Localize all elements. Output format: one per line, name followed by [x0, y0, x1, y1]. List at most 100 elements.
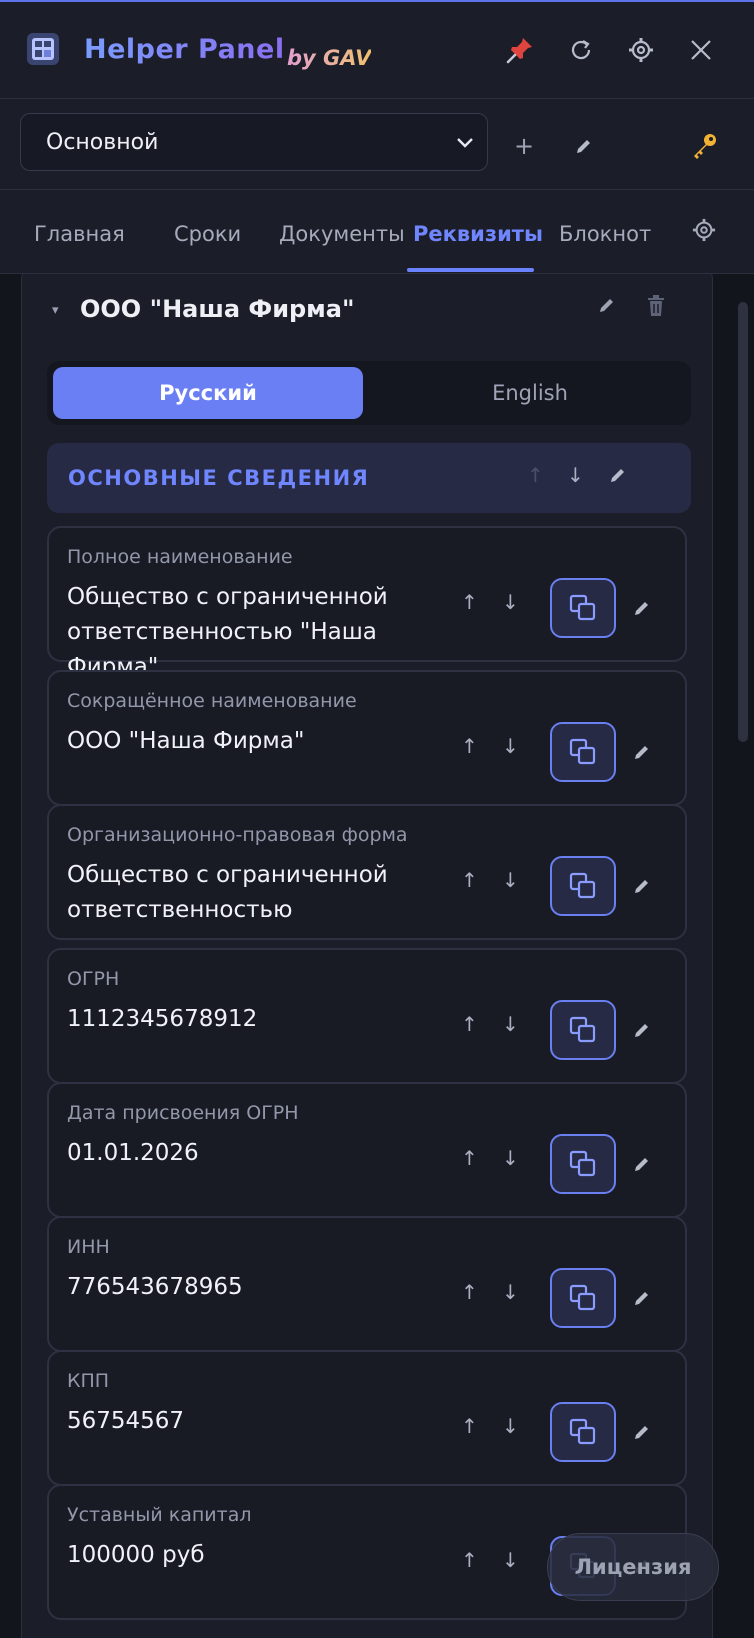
pencil-icon [635, 1426, 648, 1439]
edit-profile-button[interactable] [564, 126, 604, 166]
edit-field-button[interactable] [632, 742, 652, 766]
requisite-field: Полное наименование Общество с ограниченн… [47, 526, 687, 680]
profile-select[interactable]: Основной [20, 113, 488, 171]
pencil-icon [600, 299, 613, 312]
field-label: КПП [67, 1370, 110, 1392]
company-name: ООО "Наша Фирма" [80, 295, 355, 323]
edit-field-button[interactable] [632, 1422, 652, 1446]
settings-button[interactable] [623, 32, 659, 68]
copy-field-button[interactable] [550, 856, 616, 916]
field-move-up-button[interactable]: ↑ [461, 590, 478, 614]
language-english-button[interactable]: English [375, 367, 685, 419]
pencil-icon [635, 602, 648, 615]
tab-deadlines[interactable]: Сроки [174, 222, 241, 246]
copy-field-button[interactable] [550, 1134, 616, 1194]
section-move-up-button[interactable]: ↑ [527, 463, 544, 487]
edit-field-button[interactable] [632, 598, 652, 622]
tab-main[interactable]: Главная [34, 222, 125, 246]
requisite-field: Дата присвоения ОГРН 01.01.2026 ↑ ↓ [47, 1082, 687, 1218]
requisite-field: ИНН 776543678965 ↑ ↓ [47, 1216, 687, 1352]
requisite-field: ОГРН 1112345678912 ↑ ↓ [47, 948, 687, 1084]
field-value: Общество с ограниченной ответственностью [67, 862, 388, 923]
copy-field-button[interactable] [550, 1402, 616, 1462]
edit-company-button[interactable] [597, 295, 617, 319]
copy-field-button[interactable] [550, 1000, 616, 1060]
app-logo-icon [26, 32, 60, 66]
pencil-icon [611, 469, 624, 482]
field-value: 100000 руб [67, 1542, 205, 1568]
field-move-down-button[interactable]: ↓ [502, 1414, 519, 1438]
field-move-up-button[interactable]: ↑ [461, 868, 478, 892]
edit-field-button[interactable] [632, 1288, 652, 1312]
tab-bar: Главная Сроки Документы Реквизиты Блокно… [0, 190, 754, 274]
section-edit-button[interactable] [608, 465, 628, 489]
gear-icon [692, 218, 716, 242]
field-move-up-button[interactable]: ↑ [461, 1012, 478, 1036]
section-header: ОСНОВНЫЕ СВЕДЕНИЯ ↑ ↓ [47, 443, 691, 513]
field-move-up-button[interactable]: ↑ [461, 1146, 478, 1170]
tabs-settings-button[interactable] [692, 218, 716, 247]
delete-company-button[interactable] [647, 295, 665, 321]
license-key-button[interactable] [684, 126, 724, 166]
field-label: Организационно-правовая форма [67, 824, 408, 846]
field-move-down-button[interactable]: ↓ [502, 734, 519, 758]
copy-icon [569, 738, 596, 765]
pencil-icon [635, 880, 648, 893]
copy-field-button[interactable] [550, 1268, 616, 1328]
tab-notepad[interactable]: Блокнот [559, 222, 651, 246]
collapse-caret-icon[interactable]: ▾ [52, 303, 59, 318]
copy-icon [569, 1418, 596, 1445]
edit-field-button[interactable] [632, 1154, 652, 1178]
app-subtitle: by GAV [287, 46, 372, 70]
copy-field-button[interactable] [550, 722, 616, 782]
language-russian-button[interactable]: Русский [53, 367, 363, 419]
copy-icon [569, 1150, 596, 1177]
refresh-button[interactable] [563, 32, 599, 68]
add-profile-button[interactable]: + [504, 126, 544, 166]
field-move-up-button[interactable]: ↑ [461, 734, 478, 758]
field-move-up-button[interactable]: ↑ [461, 1280, 478, 1304]
company-card: ▾ ООО "Наша Фирма" Русский English ОСНОВ… [21, 274, 713, 1638]
trash-icon [648, 295, 664, 316]
field-value: 776543678965 [67, 1274, 243, 1300]
requisites-content: ▾ ООО "Наша Фирма" Русский English ОСНОВ… [0, 274, 754, 1638]
edit-field-button[interactable] [632, 1020, 652, 1044]
pencil-icon [635, 746, 648, 759]
tab-requisites[interactable]: Реквизиты [413, 222, 543, 246]
field-move-down-button[interactable]: ↓ [502, 1548, 519, 1572]
copy-icon [569, 1016, 596, 1043]
close-icon [691, 40, 711, 60]
field-label: ИНН [67, 1236, 110, 1258]
scrollbar-thumb[interactable] [738, 302, 748, 742]
field-move-down-button[interactable]: ↓ [502, 590, 519, 614]
license-button[interactable]: Лицензия [547, 1533, 719, 1601]
tab-documents[interactable]: Документы [279, 222, 405, 246]
field-move-up-button[interactable]: ↑ [461, 1548, 478, 1572]
pin-button[interactable] [502, 32, 538, 68]
copy-field-button[interactable] [550, 578, 616, 638]
requisite-field: КПП 56754567 ↑ ↓ [47, 1350, 687, 1486]
copy-icon [569, 1284, 596, 1311]
field-move-down-button[interactable]: ↓ [502, 1280, 519, 1304]
pencil-icon [635, 1292, 648, 1305]
requisite-field: Сокращённое наименование ООО "Наша Фирма"… [47, 670, 687, 806]
profile-row: Основной [0, 99, 754, 190]
field-move-down-button[interactable]: ↓ [502, 868, 519, 892]
pencil-icon [577, 140, 590, 153]
pin-icon [506, 38, 532, 64]
field-move-down-button[interactable]: ↓ [502, 1146, 519, 1170]
pencil-icon [635, 1024, 648, 1037]
copy-icon [569, 872, 596, 899]
app-title: Helper Panel [84, 34, 285, 65]
field-move-up-button[interactable]: ↑ [461, 1414, 478, 1438]
edit-field-button[interactable] [632, 876, 652, 900]
language-toggle: Русский English [47, 361, 691, 425]
refresh-icon [571, 40, 591, 60]
close-button[interactable] [683, 32, 719, 68]
field-value: 56754567 [67, 1408, 185, 1434]
gear-icon [629, 38, 653, 62]
field-label: Уставный капитал [67, 1504, 252, 1526]
key-icon [694, 134, 716, 159]
field-move-down-button[interactable]: ↓ [502, 1012, 519, 1036]
section-move-down-button[interactable]: ↓ [567, 463, 584, 487]
